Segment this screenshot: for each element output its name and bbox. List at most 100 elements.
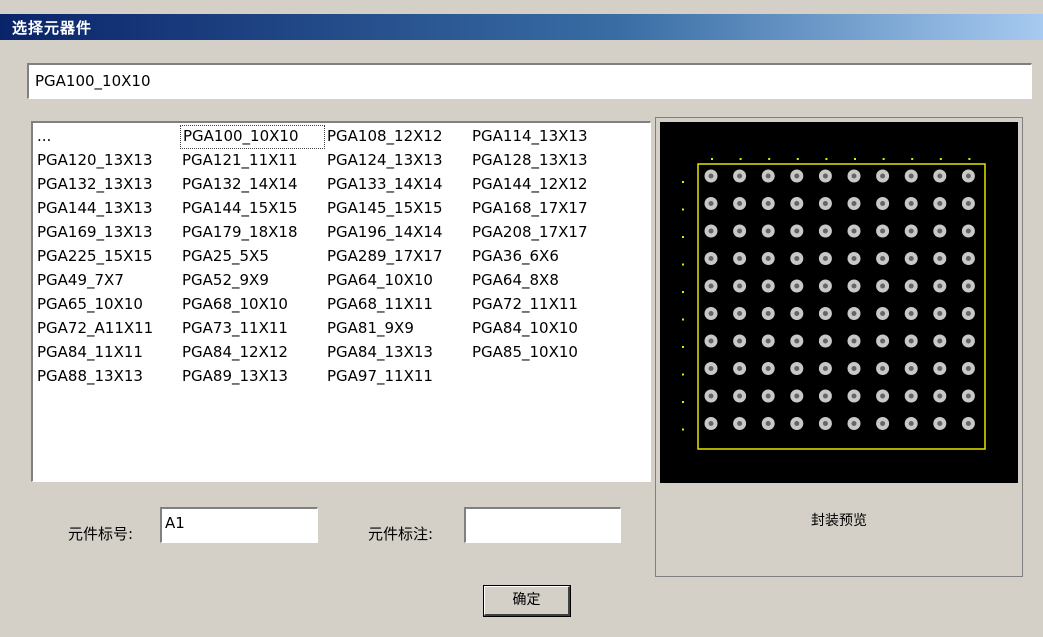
list-item[interactable]: PGA85_10X10 — [470, 341, 615, 365]
pin-hole — [908, 338, 914, 344]
list-item[interactable]: PGA52_9X9 — [180, 269, 325, 293]
pin-hole — [737, 393, 743, 399]
component-list[interactable]: ... PGA100_10X10 PGA108_12X12 PGA114_13X13 P… — [31, 121, 651, 482]
list-item[interactable]: PGA89_13X13 — [180, 365, 325, 389]
list-item[interactable]: PGA81_9X9 — [325, 317, 470, 341]
list-item[interactable]: PGA49_7X7 — [35, 269, 180, 293]
list-item[interactable]: PGA73_11X11 — [180, 317, 325, 341]
pin-hole — [908, 393, 914, 399]
component-list-grid: ... PGA100_10X10 PGA108_12X12 PGA114_13X13 P… — [35, 125, 615, 389]
list-item[interactable]: PGA68_10X10 — [180, 293, 325, 317]
list-item[interactable]: PGA84_12X12 — [180, 341, 325, 365]
pin-hole — [851, 173, 857, 179]
list-item[interactable]: PGA84_13X13 — [325, 341, 470, 365]
pin-hole — [737, 201, 743, 206]
list-item[interactable]: PGA72_11X11 — [470, 293, 615, 317]
component-name-field[interactable]: PGA100_10X10 — [27, 63, 1032, 99]
list-item[interactable]: PGA168_17X17 — [470, 197, 615, 221]
pin-hole — [851, 311, 857, 316]
list-item[interactable]: PGA121_11X11 — [180, 149, 325, 173]
list-item[interactable]: PGA145_15X15 — [325, 197, 470, 221]
tick-mark — [939, 158, 942, 160]
list-item[interactable]: PGA25_5X5 — [180, 245, 325, 269]
list-item[interactable]: PGA132_13X13 — [35, 173, 180, 197]
pin-hole — [822, 201, 828, 206]
list-item[interactable]: PGA64_10X10 — [325, 269, 470, 293]
list-item[interactable]: PGA72_A11X11 — [35, 317, 180, 341]
pin-hole — [794, 366, 800, 371]
ok-button[interactable]: 确定 — [483, 585, 571, 617]
list-item[interactable]: PGA120_13X13 — [35, 149, 180, 173]
designator-label: 元件标号: — [68, 525, 134, 543]
tick-mark — [739, 158, 742, 160]
pin-hole — [822, 311, 828, 316]
pin-hole — [822, 173, 828, 179]
pin-hole — [908, 173, 914, 179]
list-item[interactable]: PGA128_13X13 — [470, 149, 615, 173]
pin-hole — [965, 421, 971, 426]
pin-hole — [794, 311, 800, 316]
list-item[interactable]: PGA84_10X10 — [470, 317, 615, 341]
list-item[interactable]: PGA225_15X15 — [35, 245, 180, 269]
pin-hole — [965, 283, 971, 289]
tick-mark — [882, 158, 885, 160]
pin-hole — [908, 256, 914, 261]
pin-hole — [737, 421, 743, 426]
list-item[interactable]: PGA108_12X12 — [325, 125, 470, 149]
list-item[interactable]: PGA132_14X14 — [180, 173, 325, 197]
list-item[interactable]: PGA133_14X14 — [325, 173, 470, 197]
pin-hole — [908, 421, 914, 426]
pin-hole — [965, 256, 971, 261]
list-item[interactable]: PGA84_11X11 — [35, 341, 180, 365]
tick-mark — [682, 373, 684, 376]
pin-hole — [822, 283, 828, 289]
pin-hole — [937, 173, 943, 179]
pin-hole — [794, 173, 800, 179]
designator-input[interactable]: A1 — [160, 507, 318, 543]
title-bar[interactable]: 选择元器件 — [0, 14, 1043, 40]
list-item[interactable]: PGA97_11X11 — [325, 365, 470, 389]
tick-mark — [682, 318, 684, 321]
pin-hole — [851, 393, 857, 399]
pin-hole — [737, 311, 743, 316]
comment-label: 元件标注: — [368, 525, 434, 543]
list-item[interactable]: ... — [35, 125, 180, 149]
pin-hole — [937, 256, 943, 261]
list-item[interactable]: PGA36_6X6 — [470, 245, 615, 269]
pin-hole — [937, 283, 943, 289]
pin-hole — [822, 421, 828, 426]
list-item[interactable]: PGA144_15X15 — [180, 197, 325, 221]
tick-mark — [768, 158, 771, 160]
list-item[interactable]: PGA114_13X13 — [470, 125, 615, 149]
pin-hole — [965, 228, 971, 234]
list-item[interactable]: PGA208_17X17 — [470, 221, 615, 245]
tick-mark — [682, 291, 684, 293]
tick-mark — [682, 346, 684, 348]
list-item[interactable]: PGA144_12X12 — [470, 173, 615, 197]
pin-hole — [880, 393, 886, 399]
list-item[interactable]: PGA88_13X13 — [35, 365, 180, 389]
tick-mark — [682, 181, 684, 183]
pin-hole — [908, 228, 914, 234]
pin-hole — [765, 228, 771, 234]
list-item[interactable]: PGA124_13X13 — [325, 149, 470, 173]
list-item[interactable]: PGA144_13X13 — [35, 197, 180, 221]
list-item[interactable]: PGA100_10X10 — [180, 125, 325, 149]
list-item[interactable]: PGA68_11X11 — [325, 293, 470, 317]
pin-hole — [965, 338, 971, 344]
pin-hole — [765, 311, 771, 316]
pin-hole — [880, 283, 886, 289]
comment-input[interactable] — [464, 507, 621, 543]
list-item[interactable]: PGA169_13X13 — [35, 221, 180, 245]
list-item[interactable]: PGA179_18X18 — [180, 221, 325, 245]
list-item[interactable]: PGA196_14X14 — [325, 221, 470, 245]
list-item[interactable]: PGA65_10X10 — [35, 293, 180, 317]
pin-hole — [765, 421, 771, 426]
tick-mark — [711, 158, 713, 160]
list-item[interactable]: PGA64_8X8 — [470, 269, 615, 293]
pin-hole — [737, 173, 743, 179]
list-item[interactable]: PGA289_17X17 — [325, 245, 470, 269]
pin-hole — [965, 366, 971, 371]
footprint-preview-panel: 封装预览 — [655, 117, 1023, 577]
pin-hole — [822, 393, 828, 399]
